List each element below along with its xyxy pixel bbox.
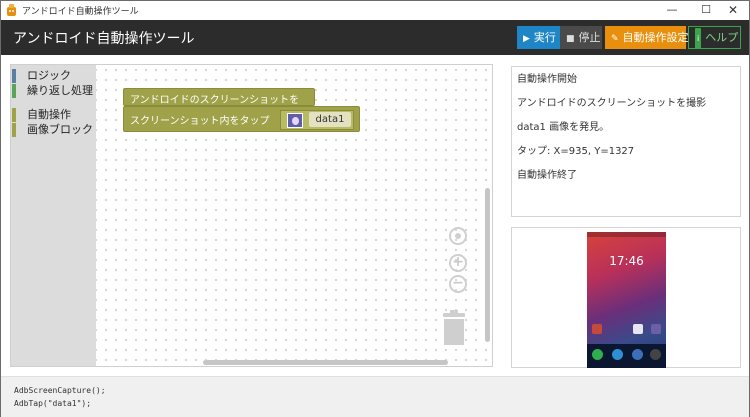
run-button-label: 実行 — [533, 31, 556, 44]
toolbox-category-label: 繰り返し処理 — [27, 84, 93, 97]
log-line: タップ: X=935, Y=1327 — [517, 146, 635, 157]
app-title: アンドロイド自動操作ツール — [13, 31, 195, 47]
contacts-app-icon — [632, 349, 643, 360]
category-color-bar — [12, 84, 16, 98]
category-color-bar — [12, 123, 16, 137]
app-icon — [633, 324, 643, 334]
stop-button[interactable]: ■ 停止 — [560, 26, 602, 49]
zoom-in-icon[interactable]: + — [449, 254, 467, 272]
toolbox-category-label: 画像ブロック — [27, 123, 93, 136]
app-icon — [651, 324, 661, 334]
toolbox-category-image-block[interactable]: 画像ブロック — [11, 123, 93, 137]
close-button[interactable]: ✕ — [716, 1, 750, 20]
code-line: AdbTap("data1"); — [14, 399, 92, 408]
trash-lid — [443, 313, 465, 317]
vertical-scrollbar[interactable] — [485, 188, 490, 342]
screenshot-preview-panel: 17:46 — [511, 227, 741, 368]
app-header: アンドロイド自動操作ツール ▶ 実行 ■ 停止 ✎ 自動操作設定 i ヘルプ — [1, 20, 749, 55]
image-name-field[interactable]: data1 — [309, 112, 351, 127]
log-line: アンドロイドのスクリーンショットを撮影 — [517, 98, 707, 109]
phone-app-icon — [592, 349, 603, 360]
play-icon: ▶ — [523, 34, 530, 44]
image-thumbnail-icon — [287, 113, 303, 128]
app-window: アンドロイド自動操作ツール — ☐ ✕ アンドロイド自動操作ツール ▶ 実行 ■ 停… — [0, 0, 750, 417]
stop-icon: ■ — [566, 34, 575, 44]
title-bar: アンドロイド自動操作ツール — ☐ ✕ — [1, 1, 749, 20]
run-button[interactable]: ▶ 実行 — [517, 26, 560, 49]
block-workspace[interactable]: ロジック 繰り返し処理 自動操作 画像ブロック アンドロイドのスクリーンショット… — [10, 64, 493, 367]
image-block[interactable]: data1 — [280, 110, 354, 130]
minimize-button[interactable]: — — [655, 1, 689, 20]
help-button-label: ヘルプ — [705, 31, 739, 44]
toolbox-category-auto-operation[interactable]: 自動操作 — [11, 108, 71, 122]
help-button[interactable]: i ヘルプ — [688, 26, 741, 49]
horizontal-scrollbar[interactable] — [203, 360, 448, 365]
recenter-icon[interactable] — [449, 227, 467, 245]
zoom-out-icon[interactable]: − — [449, 275, 467, 293]
log-panel: 自動操作開始 アンドロイドのスクリーンショットを撮影 data1 画像を発見。 … — [511, 66, 741, 217]
trash-icon[interactable] — [443, 310, 465, 345]
log-line: 自動操作終了 — [517, 170, 577, 181]
toolbox: ロジック 繰り返し処理 自動操作 画像ブロック — [11, 65, 96, 366]
wrench-icon: ✎ — [611, 34, 619, 44]
category-color-bar — [12, 108, 16, 122]
toolbox-category-logic[interactable]: ロジック — [11, 69, 71, 83]
tap-block-label: スクリーンショット内をタップ — [130, 116, 270, 127]
settings-button-label: 自動操作設定 — [622, 31, 689, 44]
log-line: 自動操作開始 — [517, 74, 577, 85]
generated-code-panel: AdbScreenCapture(); AdbTap("data1"); — [1, 376, 749, 417]
app-icon — [7, 4, 16, 16]
toolbox-category-label: 自動操作 — [27, 108, 71, 121]
app-icon — [592, 324, 602, 334]
code-line: AdbScreenCapture(); — [14, 386, 106, 395]
window-title: アンドロイド自動操作ツール — [22, 7, 139, 17]
tap-in-screenshot-block[interactable]: スクリーンショット内をタップ data1 — [123, 106, 360, 132]
info-icon: i — [695, 28, 702, 49]
category-color-bar — [12, 69, 16, 83]
camera-app-icon — [650, 349, 661, 360]
stop-button-label: 停止 — [578, 31, 601, 44]
phone-dock — [587, 344, 666, 368]
toolbox-category-label: ロジック — [27, 69, 71, 82]
phone-status-bar — [587, 232, 666, 237]
auto-operation-settings-button[interactable]: ✎ 自動操作設定 — [605, 26, 689, 49]
messages-app-icon — [612, 349, 623, 360]
screenshot-block[interactable]: アンドロイドのスクリーンショットを撮影 — [123, 88, 315, 121]
trash-can — [444, 319, 464, 345]
toolbox-category-loops[interactable]: 繰り返し処理 — [11, 84, 93, 98]
log-line: data1 画像を発見。 — [517, 122, 610, 133]
android-screenshot: 17:46 — [587, 232, 666, 368]
phone-clock: 17:46 — [609, 254, 644, 268]
